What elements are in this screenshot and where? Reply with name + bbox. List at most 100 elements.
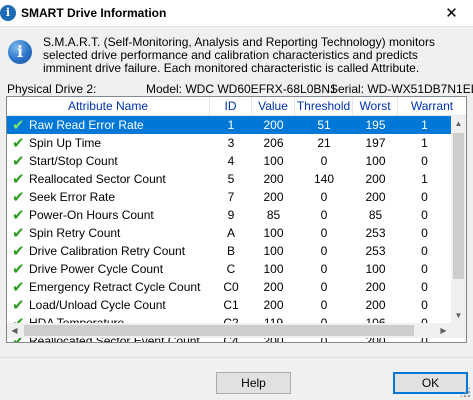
attribute-worst-cell: 200: [365, 190, 386, 204]
attribute-name-cell: Drive Power Cycle Count: [29, 262, 164, 276]
info-icon: i: [8, 40, 32, 64]
attribute-id-cell: 9: [227, 208, 235, 222]
attribute-name-cell: Spin Up Time: [29, 136, 102, 150]
attribute-value-cell: 200: [263, 190, 284, 204]
attribute-warranty-cell: 0: [421, 280, 428, 294]
column-header-attribute-name[interactable]: Attribute Name: [7, 97, 210, 115]
attribute-threshold-cell: 0: [320, 190, 328, 204]
scrollbar-corner: [451, 323, 466, 338]
attribute-value-cell: 200: [263, 172, 284, 186]
attribute-value-cell: 200: [263, 280, 284, 294]
attribute-worst-cell: 197: [365, 136, 386, 150]
column-header-value[interactable]: Value: [252, 97, 295, 115]
check-icon: ✔: [12, 152, 25, 170]
attribute-id-cell: 5: [227, 172, 235, 186]
column-header-warranty[interactable]: Warrant: [398, 97, 466, 115]
help-button[interactable]: Help: [216, 372, 291, 394]
attribute-id-cell: 1: [227, 118, 235, 132]
attribute-id-cell: C0: [223, 280, 239, 294]
drive-model: Model: WDC WD60EFRX-68L0BN1: [146, 82, 337, 96]
scroll-left-icon[interactable]: ◀: [7, 323, 22, 338]
attribute-worst-cell: 100: [365, 154, 386, 168]
check-icon: ✔: [12, 260, 25, 278]
attribute-name-cell: Power-On Hours Count: [29, 208, 154, 222]
attribute-value-cell: 100: [263, 244, 284, 258]
attribute-name-cell: Raw Read Error Rate: [29, 118, 144, 132]
check-icon: ✔: [12, 116, 25, 134]
attribute-value-cell: 100: [263, 262, 284, 276]
table-row[interactable]: ✔ Drive Calibration Retry Count B 100 0 253 0: [7, 242, 451, 260]
table-row[interactable]: ✔ Load/Unload Cycle Count C1 200 0 200 0: [7, 296, 451, 314]
horizontal-scroll-thumb[interactable]: [24, 325, 414, 336]
scroll-right-icon[interactable]: ▶: [436, 323, 451, 338]
attribute-id-cell: A: [226, 226, 235, 240]
attribute-worst-cell: 100: [365, 262, 386, 276]
attribute-value-cell: 200: [263, 298, 284, 312]
check-icon: ✔: [12, 278, 25, 296]
attribute-threshold-cell: 0: [320, 154, 328, 168]
attribute-threshold-cell: 51: [317, 118, 331, 132]
info-icon: i: [0, 5, 16, 21]
attribute-worst-cell: 253: [365, 226, 386, 240]
table-row[interactable]: ✔ Raw Read Error Rate 1 200 51 195 1: [7, 116, 451, 134]
attribute-name-cell: Seek Error Rate: [29, 190, 116, 204]
check-icon: ✔: [12, 170, 25, 188]
attribute-warranty-cell: 0: [421, 208, 428, 222]
attribute-warranty-cell: 0: [421, 190, 428, 204]
table-header: Attribute Name ID Value Threshold Worst …: [7, 97, 466, 116]
attribute-id-cell: 4: [227, 154, 235, 168]
column-header-threshold[interactable]: Threshold: [295, 97, 353, 115]
close-button[interactable]: ✕: [430, 0, 473, 26]
table-row[interactable]: ✔ Start/Stop Count 4 100 0 100 0: [7, 152, 451, 170]
attribute-threshold-cell: 0: [320, 298, 328, 312]
vertical-scrollbar[interactable]: ▲ ▼: [451, 116, 466, 323]
attribute-threshold-cell: 0: [320, 208, 328, 222]
attribute-value-cell: 100: [263, 226, 284, 240]
horizontal-scrollbar[interactable]: ◀ ▶: [7, 323, 451, 338]
attribute-value-cell: 206: [263, 136, 284, 150]
table-row[interactable]: ✔ Spin Retry Count A 100 0 253 0: [7, 224, 451, 242]
ok-button[interactable]: OK: [393, 372, 468, 394]
description-text: S.M.A.R.T. (Self-Monitoring, Analysis an…: [43, 35, 435, 75]
attribute-threshold-cell: 0: [320, 262, 328, 276]
scroll-up-icon[interactable]: ▲: [451, 116, 466, 131]
attribute-warranty-cell: 1: [421, 136, 428, 150]
check-icon: ✔: [12, 206, 25, 224]
attribute-name-cell: Drive Calibration Retry Count: [29, 244, 186, 258]
attribute-name-cell: Spin Retry Count: [29, 226, 121, 240]
attribute-id-cell: 7: [227, 190, 235, 204]
attribute-worst-cell: 195: [365, 118, 386, 132]
table-row[interactable]: ✔ Emergency Retract Cycle Count C0 200 0 200 0: [7, 278, 451, 296]
table-row[interactable]: ✔ Power-On Hours Count 9 85 0 85 0: [7, 206, 451, 224]
attribute-name-cell: Start/Stop Count: [29, 154, 118, 168]
attribute-threshold-cell: 21: [317, 136, 331, 150]
attribute-id-cell: 3: [227, 136, 235, 150]
check-icon: ✔: [12, 134, 25, 152]
attribute-id-cell: B: [226, 244, 235, 258]
check-icon: ✔: [12, 188, 25, 206]
table-row[interactable]: ✔ Seek Error Rate 7 200 0 200 0: [7, 188, 451, 206]
scroll-down-icon[interactable]: ▼: [451, 308, 466, 323]
table-row[interactable]: ✔ Spin Up Time 3 206 21 197 1: [7, 134, 451, 152]
attribute-threshold-cell: 140: [313, 172, 335, 186]
table-row[interactable]: ✔ Drive Power Cycle Count C 100 0 100 0: [7, 260, 451, 278]
drive-serial: Serial: WD-WX51DB7N1ELE: [330, 82, 473, 96]
attribute-value-cell: 200: [263, 118, 284, 132]
attribute-warranty-cell: 0: [421, 154, 428, 168]
attribute-worst-cell: 200: [365, 172, 386, 186]
attributes-table[interactable]: Attribute Name ID Value Threshold Worst …: [6, 96, 467, 343]
attribute-warranty-cell: 1: [421, 172, 428, 186]
vertical-scroll-thumb[interactable]: [453, 133, 464, 279]
attribute-name-cell: Emergency Retract Cycle Count: [29, 280, 201, 294]
attribute-threshold-cell: 0: [320, 244, 328, 258]
window-title: SMART Drive Information: [21, 6, 167, 20]
attribute-worst-cell: 200: [365, 298, 386, 312]
column-header-worst[interactable]: Worst: [353, 97, 398, 115]
attribute-warranty-cell: 0: [421, 262, 428, 276]
attribute-worst-cell: 85: [368, 208, 383, 222]
attribute-threshold-cell: 0: [320, 226, 328, 240]
column-header-id[interactable]: ID: [210, 97, 252, 115]
attribute-threshold-cell: 0: [320, 280, 328, 294]
table-body: ✔ Raw Read Error Rate 1 200 51 195 1 ✔ Spin Up T…: [7, 116, 451, 342]
table-row[interactable]: ✔ Reallocated Sector Count 5 200 140 200 1: [7, 170, 451, 188]
